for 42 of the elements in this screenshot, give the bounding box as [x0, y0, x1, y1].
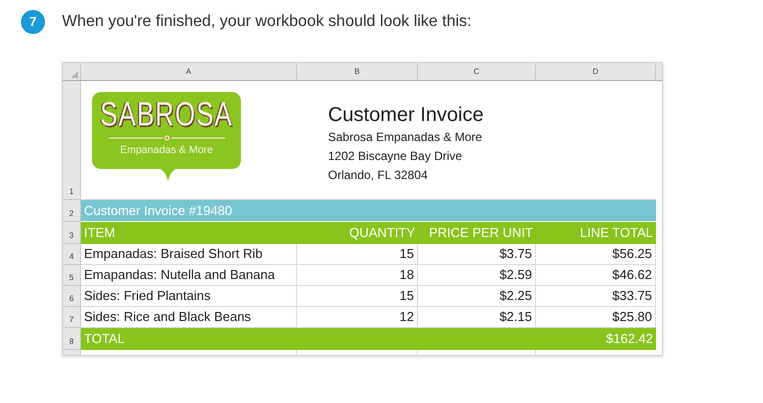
row-header[interactable]: 7 — [63, 307, 81, 328]
row-header[interactable]: 3 — [63, 222, 81, 244]
table-cell: $2.59 — [418, 265, 536, 286]
invoice-title: Customer Invoice — [328, 103, 484, 128]
address-line: Orlando, FL 32804 — [328, 167, 428, 184]
divider-ornament-icon — [108, 135, 224, 141]
column-heading: LINE TOTAL — [536, 222, 656, 244]
row-header[interactable]: 5 — [63, 265, 81, 286]
table-cell: 15 — [297, 286, 418, 307]
address-line: 1202 Biscayne Bay Drive — [328, 148, 462, 165]
step-instruction: When you're finished, your workbook should look like this: — [62, 12, 472, 32]
table-cell: $2.25 — [418, 286, 536, 307]
total-value: $162.42 — [606, 330, 653, 348]
invoice-number-banner: Customer Invoice #19480 — [81, 200, 656, 222]
row-header[interactable] — [63, 350, 81, 355]
table-cell: Emapandas: Nutella and Banana — [81, 265, 297, 286]
table-cell: $56.25 — [536, 244, 656, 265]
row-header[interactable]: 6 — [63, 286, 81, 307]
column-heading: ITEM — [81, 222, 297, 244]
logo-tagline: Empanadas & More — [120, 143, 213, 158]
select-all-icon[interactable] — [71, 71, 78, 78]
address-line: Sabrosa Empanadas & More — [328, 129, 482, 146]
table-cell: 18 — [297, 265, 418, 286]
total-label: TOTAL — [84, 330, 125, 348]
table-cell: Sides: Fried Plantains — [81, 286, 297, 307]
row-header[interactable]: 8 — [63, 328, 81, 350]
row-header[interactable]: 4 — [63, 244, 81, 265]
row-header[interactable]: 2 — [63, 200, 81, 222]
step-number-badge: 7 — [21, 10, 45, 34]
column-heading: PRICE PER UNIT — [418, 222, 536, 244]
table-cell: 15 — [297, 244, 418, 265]
column-header[interactable]: A — [81, 63, 297, 80]
row-header[interactable]: 1 — [63, 81, 81, 200]
logo-wordmark: SABROSA — [100, 94, 233, 134]
table-cell: $33.75 — [536, 286, 656, 307]
table-cell: Empanadas: Braised Short Rib — [81, 244, 297, 265]
table-cell: $3.75 — [418, 244, 536, 265]
column-header[interactable]: C — [418, 63, 536, 80]
table-cell: $46.62 — [536, 265, 656, 286]
column-header[interactable]: D — [536, 63, 656, 80]
column-heading: QUANTITY — [297, 222, 418, 244]
column-header[interactable]: B — [297, 63, 418, 80]
